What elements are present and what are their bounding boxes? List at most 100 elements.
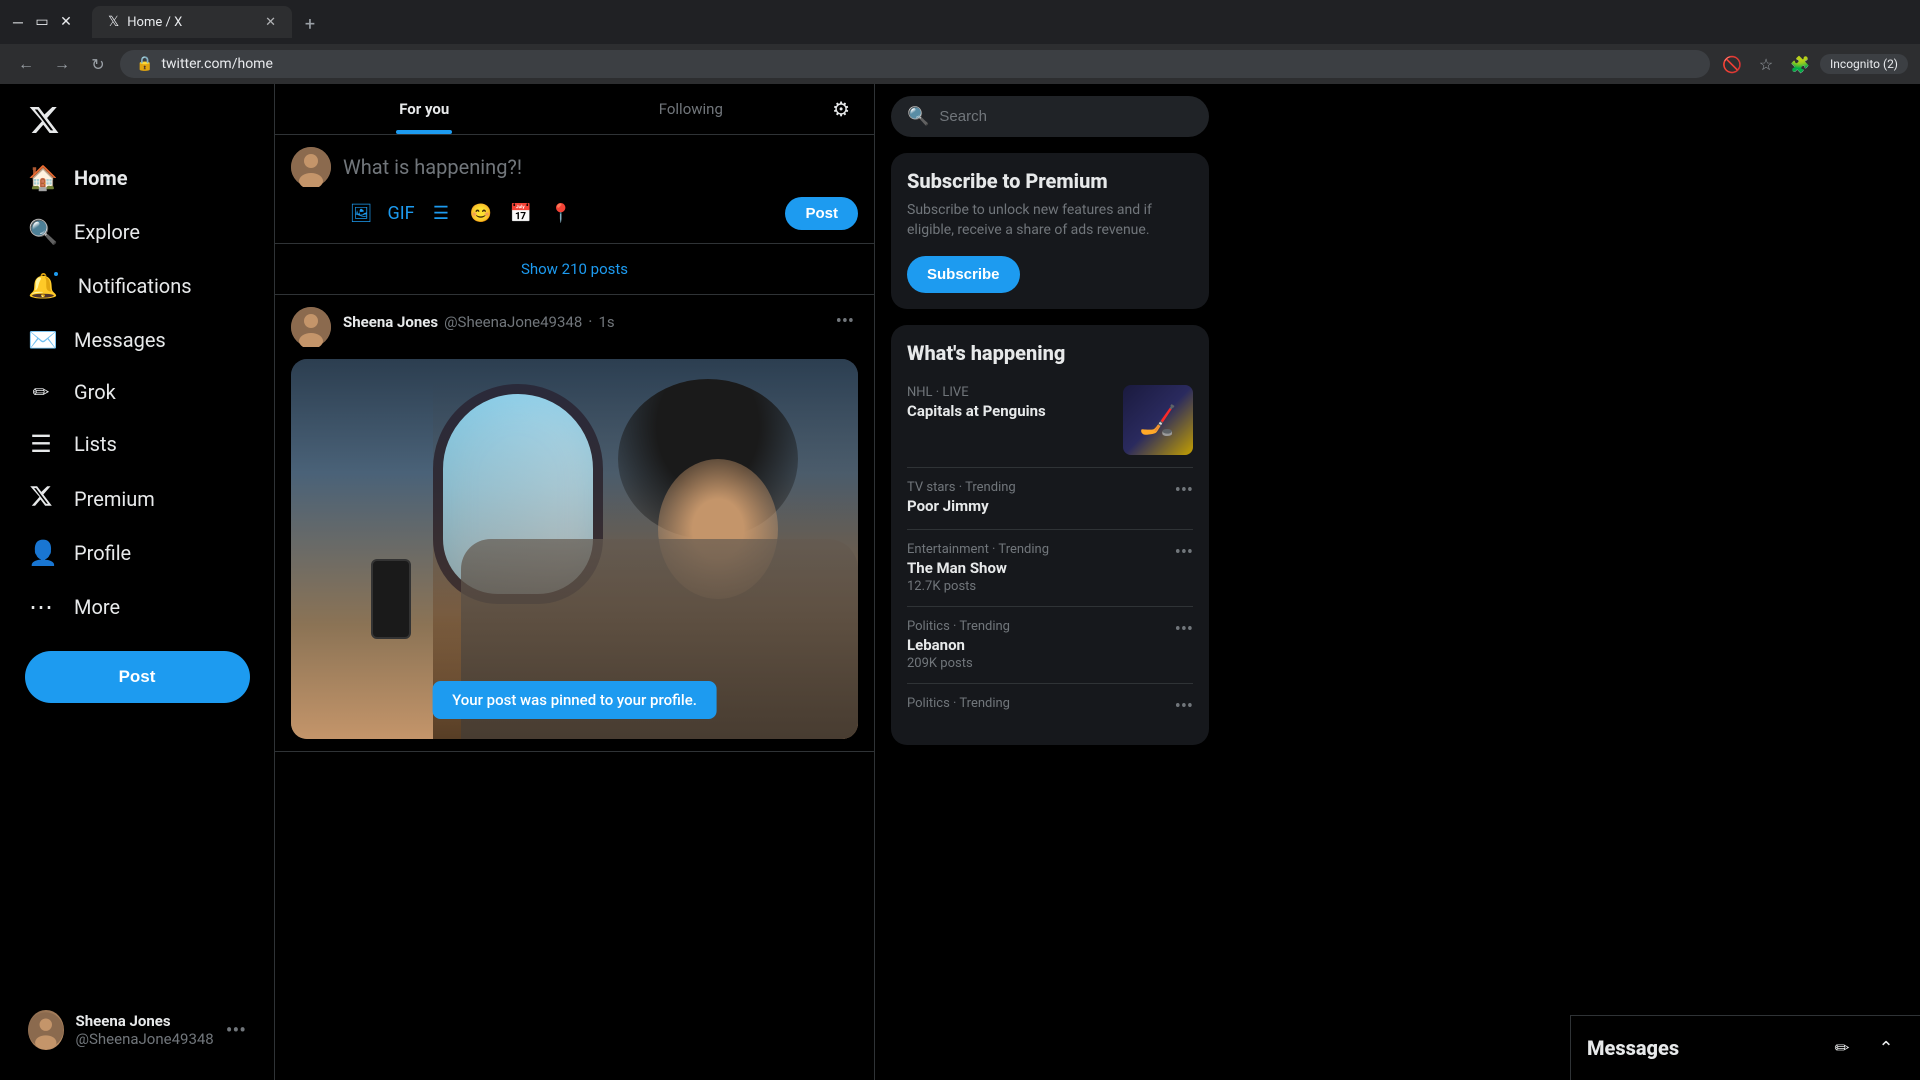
tweet-image-container: Your post was pinned to your profile. (291, 359, 858, 739)
minimize-button[interactable]: ─ (10, 14, 26, 30)
messages-bar-title: Messages (1587, 1036, 1824, 1060)
compose-message-icon[interactable]: ✏ (1824, 1030, 1860, 1066)
sidebar-item-lists[interactable]: ☰ Lists (12, 418, 262, 470)
camera-off-icon: 🚫 (1718, 50, 1746, 78)
incognito-badge[interactable]: Incognito (2) (1820, 54, 1908, 74)
url-text: twitter.com/home (161, 56, 272, 72)
back-button[interactable]: ← (12, 50, 40, 78)
tab-close-button[interactable]: ✕ (265, 15, 276, 30)
extension-icon[interactable]: 🧩 (1786, 50, 1814, 78)
sidebar-item-premium-label: Premium (74, 487, 155, 511)
search-box[interactable]: 🔍 (891, 96, 1209, 137)
trending-name: Poor Jimmy (907, 497, 1163, 515)
premium-card: Subscribe to Premium Subscribe to unlock… (891, 153, 1209, 309)
trending-more-icon[interactable]: ••• (1175, 696, 1193, 717)
sidebar-item-profile[interactable]: 👤 Profile (12, 527, 262, 579)
close-button[interactable]: ✕ (58, 14, 74, 30)
trending-info: NHL · LIVE Capitals at Penguins (907, 385, 1111, 422)
sidebar-item-notifications[interactable]: 🔔 Notifications (12, 260, 262, 312)
subscribe-button[interactable]: Subscribe (907, 256, 1020, 293)
trending-more-icon[interactable]: ••• (1175, 542, 1193, 563)
trending-count: 12.7K posts (907, 579, 1163, 594)
trending-category: NHL · LIVE (907, 385, 1111, 400)
post-button[interactable]: Post (25, 651, 250, 703)
location-icon[interactable]: 📍 (543, 195, 579, 231)
person-icon: 👤 (28, 539, 54, 567)
trending-info: Politics · Trending Lebanon 209K posts (907, 619, 1163, 671)
maximize-button[interactable]: ▭ (34, 14, 50, 30)
trending-item-poor-jimmy[interactable]: TV stars · Trending Poor Jimmy ••• (907, 468, 1193, 530)
emoji-icon[interactable]: 😊 (463, 195, 499, 231)
trending-more-icon[interactable]: ••• (1175, 619, 1193, 640)
trending-title: What's happening (907, 341, 1193, 365)
trending-more-icon[interactable]: ••• (1175, 480, 1193, 501)
search-icon: 🔍 (28, 218, 54, 246)
user-display-name: Sheena Jones (76, 1012, 214, 1030)
feed-tabs: For you Following ⚙ (275, 84, 874, 134)
trending-item-politics[interactable]: Politics · Trending ••• (907, 684, 1193, 729)
sidebar: 🏠 Home 🔍 Explore 🔔 Notifications ✉️ Mess… (0, 84, 275, 1080)
premium-title: Subscribe to Premium (907, 169, 1193, 193)
refresh-button[interactable]: ↻ (84, 50, 112, 78)
expand-messages-icon[interactable]: ⌃ (1868, 1030, 1904, 1066)
star-icon[interactable]: ☆ (1752, 50, 1780, 78)
sidebar-item-home-label: Home (74, 166, 128, 190)
premium-icon (28, 484, 54, 513)
compose-post-button[interactable]: Post (785, 197, 858, 230)
sidebar-item-grok[interactable]: ✏ Grok (12, 368, 262, 416)
user-info[interactable]: Sheena Jones @SheenaJone49348 ••• (16, 1000, 258, 1060)
settings-icon[interactable]: ⚙ (824, 89, 858, 129)
tab-following[interactable]: Following (558, 84, 825, 134)
compose-toolbar: 🖼 GIF ☰ 😊 📅 📍 Post (343, 195, 858, 231)
trending-info: Entertainment · Trending The Man Show 12… (907, 542, 1163, 594)
search-input[interactable] (939, 108, 1193, 125)
sidebar-item-profile-label: Profile (74, 541, 131, 565)
forward-button[interactable]: → (48, 50, 76, 78)
premium-description: Subscribe to unlock new features and if … (907, 201, 1193, 240)
tab-for-you[interactable]: For you (291, 84, 558, 134)
list-icon: ☰ (28, 430, 54, 458)
trending-info: TV stars · Trending Poor Jimmy (907, 480, 1163, 517)
trending-info: Politics · Trending (907, 696, 1163, 713)
x-logo-svg (28, 104, 60, 136)
image-upload-icon[interactable]: 🖼 (343, 195, 379, 231)
x-logo[interactable] (12, 92, 262, 148)
tweet-image: Your post was pinned to your profile. (291, 359, 858, 739)
address-bar[interactable]: 🔒 twitter.com/home (120, 50, 1710, 78)
sidebar-item-explore[interactable]: 🔍 Explore (12, 206, 262, 258)
show-posts-bar[interactable]: Show 210 posts (275, 244, 874, 295)
tweet-more-button[interactable]: ••• (832, 307, 858, 336)
trending-item-man-show[interactable]: Entertainment · Trending The Man Show 12… (907, 530, 1193, 607)
messages-bar: Messages ✏ ⌃ (1570, 1015, 1920, 1080)
tweet-header: Sheena Jones @SheenaJone49348 · 1s ••• (291, 307, 858, 347)
compose-right: What is happening?! 🖼 GIF ☰ 😊 📅 📍 Post (343, 147, 858, 231)
avatar (28, 1010, 64, 1050)
user-more-icon[interactable]: ••• (226, 1018, 246, 1042)
trending-name: Capitals at Penguins (907, 402, 1111, 420)
main-content: For you Following ⚙ What is happening?! … (275, 84, 875, 1080)
schedule-icon[interactable]: 📅 (503, 195, 539, 231)
trending-item-capitals[interactable]: NHL · LIVE Capitals at Penguins 🏒 (907, 373, 1193, 468)
notifications-icon-wrapper: 🔔 (28, 272, 58, 300)
trending-item-lebanon[interactable]: Politics · Trending Lebanon 209K posts •… (907, 607, 1193, 684)
lock-icon: 🔒 (136, 56, 153, 72)
tweet-author-handle: @SheenaJone49348 (444, 313, 582, 331)
sidebar-item-grok-label: Grok (74, 380, 116, 404)
trending-count: 209K posts (907, 656, 1163, 671)
sidebar-item-more[interactable]: ⋯ More (12, 581, 262, 633)
sidebar-item-explore-label: Explore (74, 220, 140, 244)
tab-bar: 𝕏 Home / X ✕ + (82, 6, 334, 38)
active-tab[interactable]: 𝕏 Home / X ✕ (92, 6, 292, 38)
pinned-banner: Your post was pinned to your profile. (432, 681, 717, 719)
list-compose-icon[interactable]: ☰ (423, 195, 459, 231)
sidebar-item-messages[interactable]: ✉️ Messages (12, 314, 262, 366)
more-icon: ⋯ (28, 593, 54, 621)
new-tab-button[interactable]: + (296, 10, 324, 38)
compose-placeholder[interactable]: What is happening?! (343, 147, 858, 195)
gif-icon[interactable]: GIF (383, 195, 419, 231)
tweet-meta: Sheena Jones @SheenaJone49348 · 1s ••• (343, 307, 858, 336)
sidebar-item-premium[interactable]: Premium (12, 472, 262, 525)
tweet[interactable]: Sheena Jones @SheenaJone49348 · 1s ••• (275, 295, 874, 752)
phone (371, 559, 411, 639)
sidebar-item-home[interactable]: 🏠 Home (12, 152, 262, 204)
